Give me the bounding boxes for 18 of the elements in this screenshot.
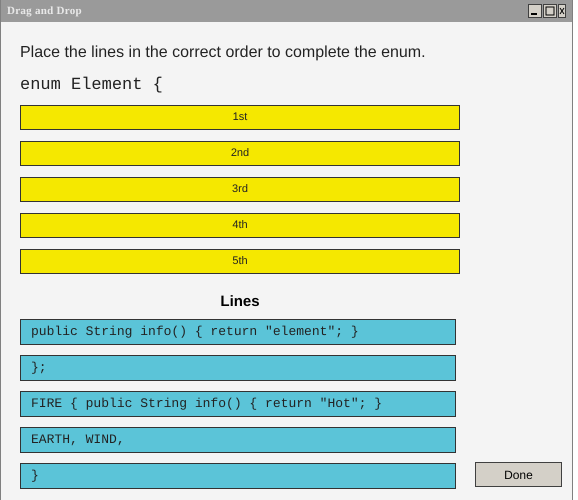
- code-line-tile[interactable]: EARTH, WIND,: [20, 427, 456, 453]
- code-line-tile[interactable]: }: [20, 463, 456, 489]
- code-line-tile[interactable]: };: [20, 355, 456, 381]
- lines-heading: Lines: [219, 292, 261, 312]
- drop-slot[interactable]: 3rd: [20, 176, 460, 202]
- done-button[interactable]: Done: [474, 462, 562, 487]
- code-line-tile[interactable]: FIRE { public String info() { return "Hot"; }: [20, 391, 456, 417]
- drop-slot[interactable]: 5th: [20, 248, 460, 274]
- drop-slot[interactable]: 2nd: [20, 140, 460, 166]
- window-title: Drag and Drop: [7, 4, 82, 19]
- code-line-tile[interactable]: public String info() { return "element"; }: [20, 319, 456, 345]
- maximize-icon[interactable]: [543, 4, 557, 18]
- code-header: enum Element {: [20, 75, 164, 97]
- close-icon[interactable]: [558, 4, 566, 18]
- drop-slot[interactable]: 4th: [20, 212, 460, 238]
- instruction-text: Place the lines in the correct order to complete the enum.: [20, 43, 427, 63]
- drop-slot[interactable]: 1st: [20, 104, 460, 130]
- minimize-icon[interactable]: [528, 4, 542, 18]
